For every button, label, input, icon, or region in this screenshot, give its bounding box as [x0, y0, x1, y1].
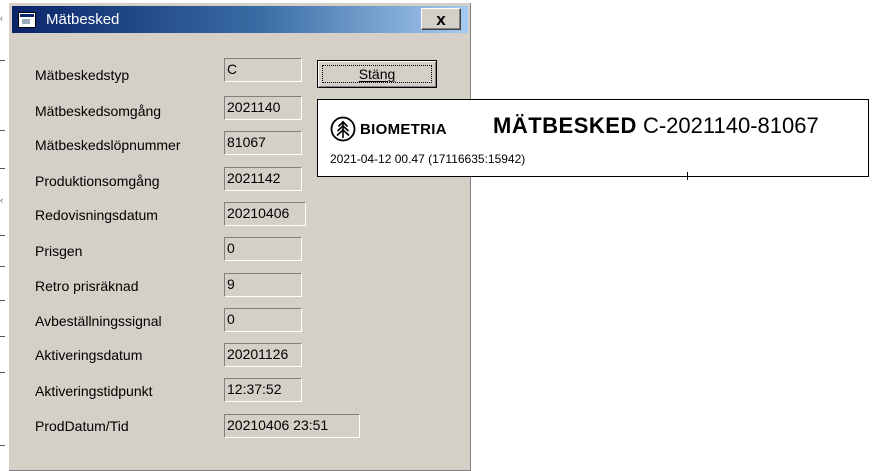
label-prisgen: Prisgen	[35, 243, 83, 259]
field-matbeskedsomgang[interactable]: 2021140	[224, 96, 302, 120]
edge-tick	[0, 60, 5, 61]
label-avbestallningssignal: Avbeställningssignal	[35, 313, 162, 329]
biometria-logo: BIOMETRIA	[330, 116, 447, 142]
brand-name: BIOMETRIA	[360, 120, 447, 138]
label-produktionsomgang: Produktionsomgång	[35, 173, 160, 189]
report-title-id: C-2021140-81067	[642, 113, 819, 138]
label-redovisningsdatum: Redovisningsdatum	[35, 207, 158, 223]
tree-circle-icon	[330, 116, 356, 142]
edge-tick	[0, 235, 5, 236]
report-header: BIOMETRIA MÄTBESKED C-2021140-81067 2021…	[317, 99, 869, 180]
report-title: MÄTBESKED C-2021140-81067	[493, 113, 819, 139]
field-redovisningsdatum[interactable]: 20210406	[224, 202, 306, 226]
background-window-edge: ‹ ‹	[0, 0, 8, 470]
field-retro-prisraknad[interactable]: 9	[224, 273, 302, 297]
focus-rectangle	[322, 65, 432, 83]
title-bar[interactable]: Mätbesked x	[12, 6, 468, 33]
label-matbeskedstyp: Mätbeskedstyp	[35, 67, 130, 83]
label-aktiveringsdatum: Aktiveringsdatum	[35, 347, 143, 363]
field-prisgen[interactable]: 0	[224, 237, 302, 261]
edge-tick	[0, 300, 5, 301]
form-window-icon	[18, 11, 36, 28]
report-title-label: MÄTBESKED	[493, 113, 637, 138]
edge-tick	[0, 445, 5, 446]
field-matbeskedslopnummer[interactable]: 81067	[224, 131, 302, 155]
label-aktiveringstidpunkt: Aktiveringstidpunkt	[35, 383, 153, 399]
label-matbeskedsomgang: Mätbeskedsomgång	[35, 103, 162, 119]
edge-tick	[0, 130, 5, 131]
label-matbeskedslopnummer: Mätbeskedslöpnummer	[35, 137, 181, 153]
chevron-left-icon: ‹	[0, 13, 3, 23]
field-proddatum-tid[interactable]: 20210406 23:51	[224, 414, 360, 438]
field-matbeskedstyp[interactable]: C	[224, 58, 302, 82]
field-aktiveringsdatum[interactable]: 20201126	[224, 343, 302, 367]
field-avbestallningssignal[interactable]: 0	[224, 308, 302, 332]
label-proddatum-tid: ProdDatum/Tid	[35, 418, 129, 434]
chevron-left-icon: ‹	[0, 195, 3, 205]
panel-tick	[687, 172, 688, 180]
edge-tick	[0, 266, 5, 267]
field-produktionsomgang[interactable]: 2021142	[224, 167, 302, 191]
stang-button[interactable]: Stäng	[317, 60, 437, 88]
close-button[interactable]: x	[421, 8, 461, 30]
field-aktiveringstidpunkt[interactable]: 12:37:52	[224, 378, 302, 402]
edge-tick	[0, 168, 5, 169]
edge-tick	[0, 336, 5, 337]
edge-tick	[0, 372, 5, 373]
label-retro-prisraknad: Retro prisräknad	[35, 278, 139, 294]
window-title: Mätbesked	[46, 11, 120, 28]
report-subtitle: 2021-04-12 00.47 (17116635:15942)	[330, 152, 526, 166]
